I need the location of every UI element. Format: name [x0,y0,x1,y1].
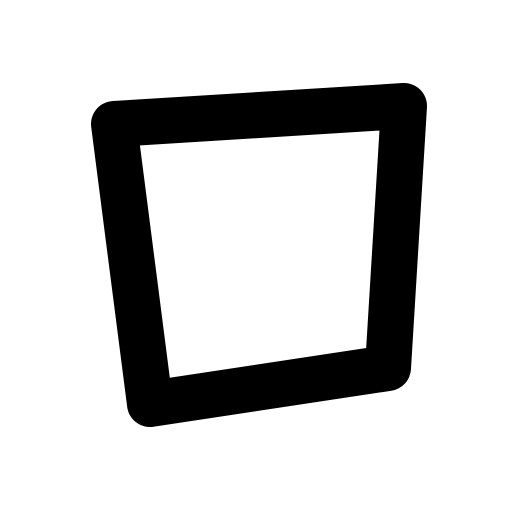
quadrilateral-outline [91,83,427,427]
icon-canvas [0,0,512,512]
quadrilateral-outline-icon [91,83,427,427]
